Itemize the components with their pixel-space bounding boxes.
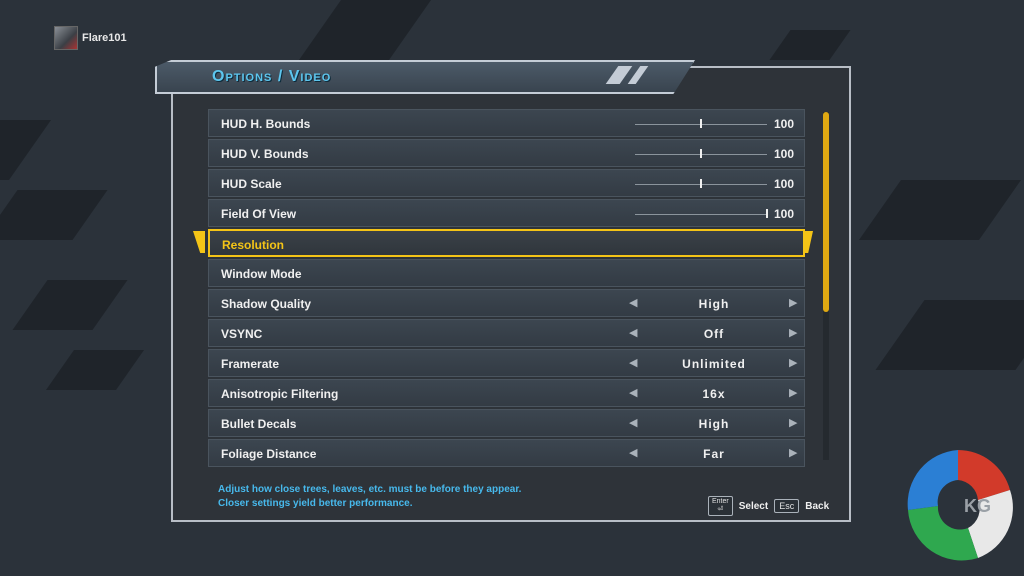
setting-row[interactable]: Anisotropic Filtering ◀ 16x ▶ [208,379,805,407]
triangle-left-icon[interactable]: ◀ [629,446,637,459]
slider-thumb[interactable] [766,209,768,218]
setting-row[interactable]: Field Of View 100 [208,199,805,227]
user-profile: Flare101 [54,26,127,50]
setting-label: HUD Scale [221,177,282,191]
triangle-left-icon[interactable]: ◀ [629,356,637,369]
triangle-left-icon[interactable]: ◀ [629,416,637,429]
hint-line-2: Closer settings yield better performance… [218,498,413,509]
esc-key-icon: Esc [774,499,800,513]
hint-line-1: Adjust how close trees, leaves, etc. mus… [218,484,522,495]
svg-text:KG: KG [964,496,991,516]
slider-value: 100 [774,117,795,131]
avatar [54,26,78,50]
triangle-right-icon[interactable]: ▶ [789,416,797,429]
setting-row[interactable]: Resolution [208,229,805,257]
key-legend: Enter ⏎ Select Esc Back [708,496,829,516]
setting-row[interactable]: HUD V. Bounds 100 [208,139,805,167]
setting-row[interactable]: VSYNC ◀ Off ▶ [208,319,805,347]
slider-thumb[interactable] [700,179,702,188]
triangle-right-icon[interactable]: ▶ [789,446,797,459]
option-value: 16x [702,387,726,401]
back-label[interactable]: Back [805,501,829,512]
setting-label: Anisotropic Filtering [221,387,339,401]
select-label[interactable]: Select [739,501,768,512]
triangle-right-icon[interactable]: ▶ [789,386,797,399]
setting-label: HUD V. Bounds [221,147,309,161]
triangle-right-icon[interactable]: ▶ [789,356,797,369]
triangle-left-icon[interactable]: ◀ [629,386,637,399]
setting-label: Shadow Quality [221,297,312,311]
setting-row[interactable]: Window Mode [208,259,805,287]
option-value: High [698,297,730,311]
slider-value: 100 [774,177,795,191]
setting-row[interactable]: Foliage Distance ◀ Far ▶ [208,439,805,467]
triangle-left-icon[interactable]: ◀ [629,296,637,309]
slider-value: 100 [774,147,795,161]
setting-hint: Adjust how close trees, leaves, etc. mus… [218,483,521,511]
triangle-right-icon[interactable]: ▶ [789,296,797,309]
setting-label: Field Of View [221,207,297,221]
triangle-right-icon[interactable]: ▶ [789,326,797,339]
option-value: Far [703,447,725,461]
slider-thumb[interactable] [700,119,702,128]
slider-track[interactable] [635,214,767,215]
setting-row[interactable]: Shadow Quality ◀ High ▶ [208,289,805,317]
kitguru-logo: KG [907,450,1013,561]
page-title: Options / Video [212,68,332,85]
option-value: High [698,417,730,431]
slider-thumb[interactable] [700,149,702,158]
setting-row[interactable]: Bullet Decals ◀ High ▶ [208,409,805,437]
setting-row[interactable]: Framerate ◀ Unlimited ▶ [208,349,805,377]
option-value: Off [703,327,725,341]
setting-row[interactable]: HUD H. Bounds 100 [208,109,805,137]
setting-label: HUD H. Bounds [221,117,311,131]
setting-label: Framerate [221,357,280,371]
setting-row[interactable]: HUD Scale 100 [208,169,805,197]
triangle-left-icon[interactable]: ◀ [629,326,637,339]
enter-key-icon: Enter ⏎ [708,496,733,516]
setting-label: Resolution [222,238,284,252]
option-value: Unlimited [682,357,746,371]
username: Flare101 [82,32,127,44]
scrollbar-thumb[interactable] [823,112,829,312]
setting-label: VSYNC [221,327,263,341]
enter-key-text: Enter [712,498,729,505]
setting-label: Bullet Decals [221,417,297,431]
setting-label: Foliage Distance [221,447,317,461]
settings-list: HUD H. Bounds 100 HUD V. Bounds 100 HUD Scal… [208,109,805,469]
setting-label: Window Mode [221,267,302,281]
slider-value: 100 [774,207,795,221]
